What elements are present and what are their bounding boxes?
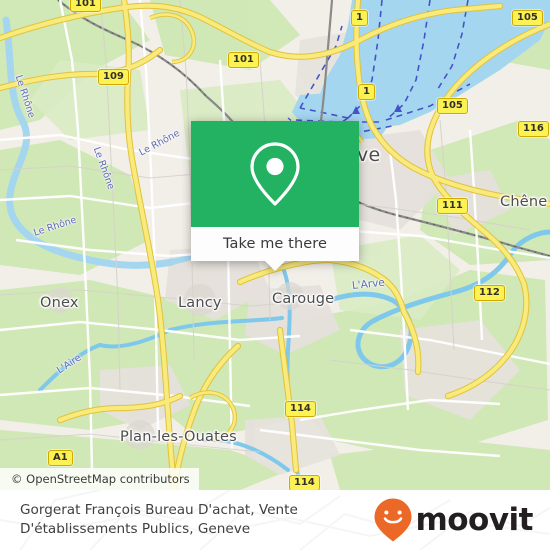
moovit-wordmark: moovit: [415, 502, 533, 538]
card-pin-area: [191, 121, 359, 227]
footer-bar: Gorgerat François Bureau D'achat, Vente …: [0, 490, 550, 550]
map-viewport[interactable]: Onex Lancy Carouge ve Chêne Plan-les-Oua…: [0, 0, 550, 490]
moovit-smiley-pin-icon: [374, 498, 412, 542]
card-action-bar[interactable]: Take me there: [191, 227, 359, 271]
take-me-there-label: Take me there: [222, 236, 328, 252]
place-title: Gorgerat François Bureau D'achat, Vente …: [20, 502, 298, 537]
moovit-place-card: Onex Lancy Carouge ve Chêne Plan-les-Oua…: [0, 0, 550, 550]
osm-attribution-text: © OpenStreetMap contributors: [11, 472, 190, 486]
osm-attribution[interactable]: © OpenStreetMap contributors: [0, 468, 199, 490]
moovit-logo[interactable]: moovit: [373, 497, 533, 543]
card-pointer-tail: [264, 260, 286, 271]
map-pin-icon: [250, 142, 300, 206]
take-me-there-card[interactable]: Take me there: [191, 121, 359, 271]
